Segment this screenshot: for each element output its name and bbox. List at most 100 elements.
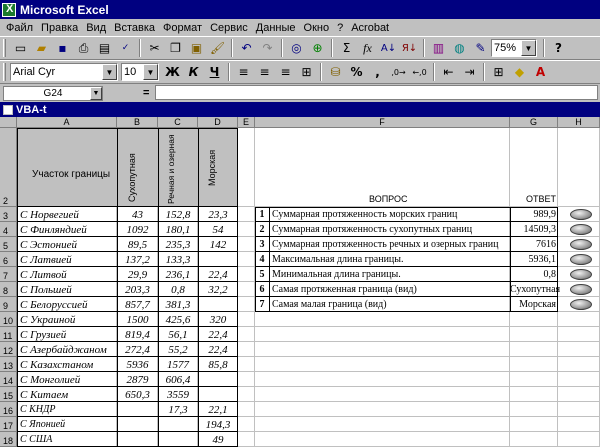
select-all-corner[interactable] [0, 117, 17, 128]
web-toolbar-icon[interactable]: ⊕ [307, 38, 328, 58]
column-header-B[interactable]: B [117, 117, 158, 128]
row-header-15[interactable]: 15 [0, 387, 17, 402]
chevron-down-icon[interactable]: ▼ [102, 64, 117, 80]
menu-view[interactable]: Вид [82, 22, 110, 34]
grid-cell[interactable] [255, 432, 510, 447]
grid-cell[interactable] [255, 387, 510, 402]
grid-cell[interactable] [238, 297, 255, 312]
row-header-14[interactable]: 14 [0, 372, 17, 387]
new-file-icon[interactable]: ▭ [10, 38, 31, 58]
row-header-12[interactable]: 12 [0, 342, 17, 357]
column-header-C[interactable]: C [158, 117, 198, 128]
menu-help[interactable]: ? [333, 22, 347, 34]
menu-insert[interactable]: Вставка [110, 22, 159, 34]
row-header-17[interactable]: 17 [0, 417, 17, 432]
grid-cell[interactable] [238, 237, 255, 252]
row-header-18[interactable]: 18 [0, 432, 17, 447]
column-header-F[interactable]: F [255, 117, 510, 128]
paste-icon[interactable]: ▣ [186, 38, 207, 58]
grid-cell[interactable] [255, 312, 510, 327]
borders-icon[interactable]: ⊞ [488, 62, 509, 82]
align-right-icon[interactable]: ≡ [275, 62, 296, 82]
grid-cell[interactable] [558, 357, 600, 372]
row-header-8[interactable]: 8 [0, 282, 17, 297]
grid-cell[interactable] [558, 342, 600, 357]
column-header-E[interactable]: E [238, 117, 255, 128]
underline-button[interactable]: Ч [204, 62, 225, 82]
answer-button-icon[interactable] [570, 299, 592, 310]
percent-button[interactable]: % [346, 62, 367, 82]
function-icon[interactable]: fx [357, 38, 378, 58]
grid-cell[interactable] [238, 128, 255, 207]
grid-cell[interactable] [255, 417, 510, 432]
row-header-3[interactable]: 3 [0, 207, 17, 222]
menu-file[interactable]: Файл [2, 22, 37, 34]
align-center-icon[interactable]: ≡ [254, 62, 275, 82]
row-header-16[interactable]: 16 [0, 402, 17, 417]
hyperlink-icon[interactable]: ◎ [286, 38, 307, 58]
open-folder-icon[interactable]: ▰ [31, 38, 52, 58]
row-header-6[interactable]: 6 [0, 252, 17, 267]
answer-button-icon[interactable] [570, 254, 592, 265]
fill-color-icon[interactable]: ◆ [509, 62, 530, 82]
grid-cell[interactable] [255, 342, 510, 357]
chevron-down-icon[interactable]: ▼ [143, 64, 158, 80]
grid-cell[interactable] [558, 327, 600, 342]
row-header-13[interactable]: 13 [0, 357, 17, 372]
grid-cell[interactable] [238, 402, 255, 417]
currency-icon[interactable]: ⛁ [325, 62, 346, 82]
grid-cell[interactable] [558, 372, 600, 387]
format-painter-icon[interactable]: 🖌 [207, 38, 228, 58]
sort-ascending-icon[interactable]: A↓ [378, 38, 399, 58]
map-icon[interactable]: ◍ [449, 38, 470, 58]
redo-icon[interactable]: ↷ [257, 38, 278, 58]
answer-button-icon[interactable] [570, 269, 592, 280]
grid-cell[interactable] [510, 342, 558, 357]
menu-tools[interactable]: Сервис [206, 22, 252, 34]
grid-cell[interactable] [510, 402, 558, 417]
increase-indent-icon[interactable]: ⇥ [459, 62, 480, 82]
increase-decimal-icon[interactable]: ,0→ [388, 62, 409, 82]
grid-cell[interactable] [510, 312, 558, 327]
grid-cell[interactable] [238, 207, 255, 222]
help-icon[interactable]: ? [548, 38, 569, 58]
spelling-icon[interactable]: ✓ [115, 38, 136, 58]
decrease-decimal-icon[interactable]: ←,0 [409, 62, 430, 82]
column-header-A[interactable]: A [17, 117, 117, 128]
grid-cell[interactable] [238, 417, 255, 432]
grid-cell[interactable] [510, 387, 558, 402]
row-header-11[interactable]: 11 [0, 327, 17, 342]
grid-cell[interactable] [238, 357, 255, 372]
grid-cell[interactable] [510, 357, 558, 372]
grid-cell[interactable] [238, 327, 255, 342]
grid-cell[interactable] [510, 432, 558, 447]
autosum-icon[interactable]: Σ [336, 38, 357, 58]
grid-cell[interactable] [255, 372, 510, 387]
menu-data[interactable]: Данные [252, 22, 300, 34]
undo-icon[interactable]: ↶ [236, 38, 257, 58]
formula-input[interactable] [155, 85, 598, 100]
zoom-select[interactable]: 75% ▼ [491, 39, 537, 57]
grid-cell[interactable] [238, 222, 255, 237]
grid-cell[interactable] [510, 327, 558, 342]
answer-button-icon[interactable] [570, 224, 592, 235]
chevron-down-icon[interactable]: ▼ [521, 40, 536, 56]
grid-cell[interactable] [238, 372, 255, 387]
grid-cell[interactable] [238, 342, 255, 357]
grid-cell[interactable] [238, 312, 255, 327]
name-box[interactable]: G24 ▼ [3, 85, 103, 101]
bold-button[interactable]: Ж [162, 62, 183, 82]
answer-button-icon[interactable] [570, 284, 592, 295]
grid-cell[interactable] [558, 128, 600, 207]
column-header-G[interactable]: G [510, 117, 558, 128]
row-header-10[interactable]: 10 [0, 312, 17, 327]
grid-cell[interactable] [510, 417, 558, 432]
grid-cell[interactable] [255, 327, 510, 342]
save-icon[interactable]: ▪ [52, 38, 73, 58]
font-select[interactable]: Arial Cyr ▼ [10, 63, 118, 81]
answer-button-icon[interactable] [570, 239, 592, 250]
row-header-4[interactable]: 4 [0, 222, 17, 237]
column-header-H[interactable]: H [558, 117, 600, 128]
row-header-2[interactable]: 2 [0, 128, 17, 207]
grid-cell[interactable] [558, 387, 600, 402]
